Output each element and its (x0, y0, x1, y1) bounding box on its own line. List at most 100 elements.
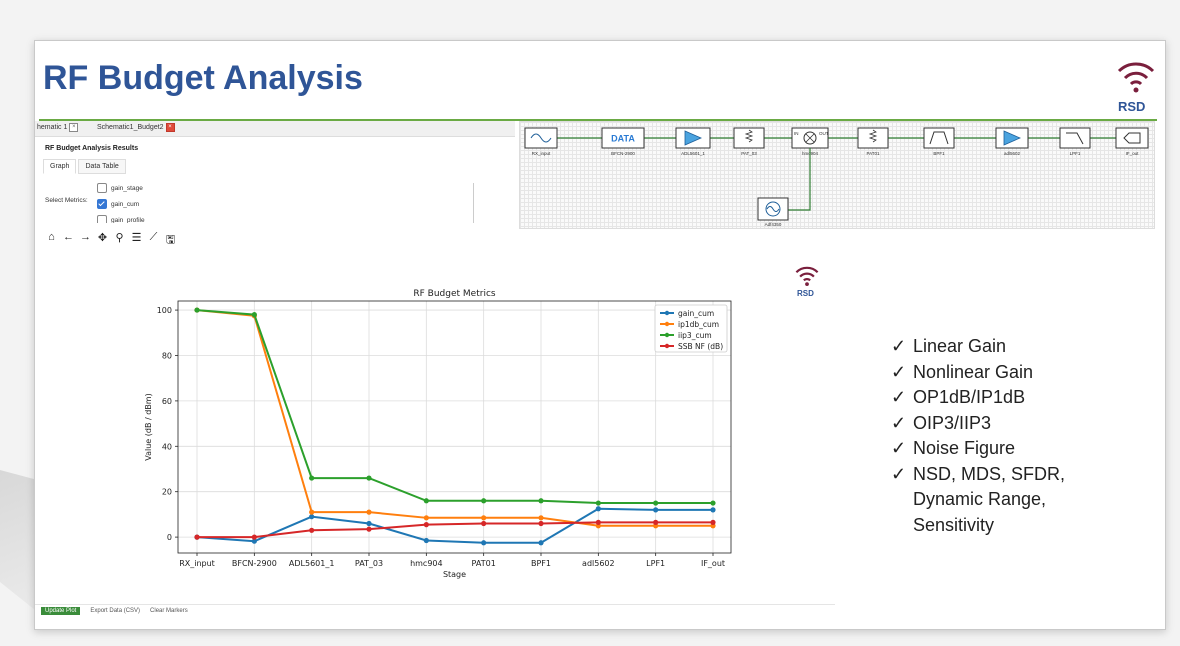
legend-label: iip3_cum (678, 331, 712, 340)
x-tick-label: IF_out (701, 559, 725, 568)
tab-data-table[interactable]: Data Table (78, 159, 126, 174)
checklist-item: ✓ OP1dB/IP1dB (891, 385, 1065, 411)
x-tick-label: BPF1 (531, 559, 551, 568)
edit-axis-icon[interactable]: ⟋ (147, 231, 160, 250)
page-title: RF Budget Analysis (43, 59, 363, 97)
schematic-block-label: BPF1 (933, 151, 945, 156)
check-icon: ✓ (891, 336, 907, 356)
checklist-item: Sensitivity (891, 513, 1065, 539)
data-point (538, 520, 544, 527)
checklist-text: Sensitivity (913, 514, 995, 535)
data-point (194, 307, 200, 313)
legend-marker (664, 321, 670, 327)
data-point (251, 312, 257, 318)
check-icon (891, 487, 913, 513)
home-icon[interactable]: ⌂ (45, 231, 58, 250)
checklist-text: OP1dB/IP1dB (913, 387, 1026, 407)
tab-schematic-1[interactable]: hematic 1 × (37, 123, 79, 132)
results-subtabs: Graph Data Table (43, 159, 128, 174)
metric-gain-stage[interactable]: gain_stage (97, 183, 143, 193)
tab-graph[interactable]: Graph (43, 159, 77, 174)
data-point (423, 515, 429, 521)
checkbox[interactable] (97, 183, 107, 193)
schematic-block-PAT01[interactable] (857, 127, 889, 149)
schematic-block-ADL5601_1[interactable] (675, 127, 711, 149)
metric-gain-cum[interactable]: gain_cum (97, 199, 139, 209)
data-point (309, 527, 315, 533)
metrics-list[interactable]: gain_stage gain_cum gain_profile (93, 183, 474, 223)
schematic-canvas[interactable]: RX_input DATA BFCN-2900 ADL5601_1 PAT_03 IN OU… (519, 121, 1155, 229)
schematic-block-PAT_03[interactable] (733, 127, 765, 149)
clear-markers-button[interactable]: Clear Markers (150, 608, 188, 614)
checkbox-checked[interactable] (97, 199, 107, 209)
checklist-text: Noise Figure (913, 438, 1016, 458)
schematic-block-lo[interactable] (757, 197, 789, 221)
select-metrics-label: Select Metrics: (45, 197, 88, 204)
schematic-block-adl5602[interactable] (995, 127, 1029, 149)
checklist-text: OIP3/IIP3 (913, 412, 992, 433)
data-point (595, 519, 601, 525)
x-tick-label: ADL5601_1 (289, 559, 335, 568)
tab-schematic1-budget2[interactable]: Schematic1_Budget2 × (97, 123, 175, 132)
schematic-diagram: RX_input DATA BFCN-2900 ADL5601_1 PAT_03 IN OU… (524, 127, 1149, 227)
data-point (423, 498, 429, 504)
checkbox[interactable] (97, 215, 107, 223)
legend-marker (664, 310, 670, 316)
close-icon[interactable]: × (69, 123, 79, 132)
check-icon: ✓ (891, 438, 907, 458)
checklist-text: Dynamic Range, (913, 489, 1047, 509)
data-point (710, 500, 716, 506)
schematic-block-label: adl5602 (1004, 151, 1021, 156)
schematic-block-label: ADL5601_1 (681, 151, 705, 156)
data-point (366, 475, 372, 481)
check-icon (891, 513, 913, 539)
x-tick-label: PAT_03 (355, 559, 383, 568)
mixer-in-label: IN (794, 131, 799, 136)
metric-label: gain_cum (111, 200, 140, 208)
document-tabs: hematic 1 × Schematic1_Budget2 × (35, 121, 515, 137)
metric-gain-profile[interactable]: gain_profile (97, 215, 145, 223)
data-point (538, 498, 544, 504)
save-icon[interactable]: 🖫 (164, 231, 177, 250)
data-point (481, 540, 487, 546)
update-plot-button[interactable]: Update Plot (41, 607, 81, 615)
legend-marker (664, 332, 670, 338)
zoom-icon[interactable]: ⚲ (113, 231, 126, 250)
data-point (653, 507, 659, 513)
back-arrow-icon[interactable]: ← (62, 231, 75, 250)
configure-icon[interactable]: ☰ (130, 231, 143, 250)
y-tick-label: 20 (162, 488, 172, 497)
check-icon: ✓ (891, 463, 907, 484)
y-axis-label: Value (dB / dBm) (144, 393, 153, 460)
logo-small-text: RSD (797, 289, 814, 298)
schematic-block-hmc904[interactable]: IN OUT (791, 127, 829, 149)
schematic-block-LPF1[interactable] (1059, 127, 1091, 149)
footer-buttons: Update Plot Export Data (CSV) Clear Mark… (41, 607, 188, 615)
legend-marker (664, 343, 670, 349)
data-point (710, 507, 716, 513)
schematic-block-BPF1[interactable] (923, 127, 955, 149)
schematic-block-BFCN-2900[interactable]: DATA (601, 127, 645, 149)
series-line-ip1db_cum (196, 309, 713, 527)
legend-label: SSB NF (dB) (678, 342, 723, 351)
schematic-block-IF_out[interactable] (1115, 127, 1149, 149)
checklist-text: Nonlinear Gain (913, 361, 1034, 382)
y-tick-label: 0 (167, 533, 172, 542)
x-axis-label: Stage (443, 570, 466, 579)
schematic-block-RX_input[interactable] (524, 127, 558, 149)
export-csv-button[interactable]: Export Data (CSV) (90, 608, 140, 614)
data-point (366, 526, 372, 532)
close-icon[interactable]: × (165, 123, 175, 132)
forward-arrow-icon[interactable]: → (79, 231, 92, 250)
pan-icon[interactable]: ✥ (96, 231, 109, 250)
logo-text: RSD (1118, 99, 1146, 114)
data-point (481, 515, 487, 521)
legend-label: ip1db_cum (678, 320, 719, 329)
data-point (251, 534, 257, 540)
data-point (653, 500, 659, 506)
y-tick-label: 100 (157, 306, 172, 315)
schematic-block-label: PAT_03 (741, 151, 757, 156)
lo-label: Adf4350 (765, 222, 782, 227)
y-tick-label: 80 (162, 351, 172, 360)
series-line-SSB NF (dB) (197, 521, 713, 539)
